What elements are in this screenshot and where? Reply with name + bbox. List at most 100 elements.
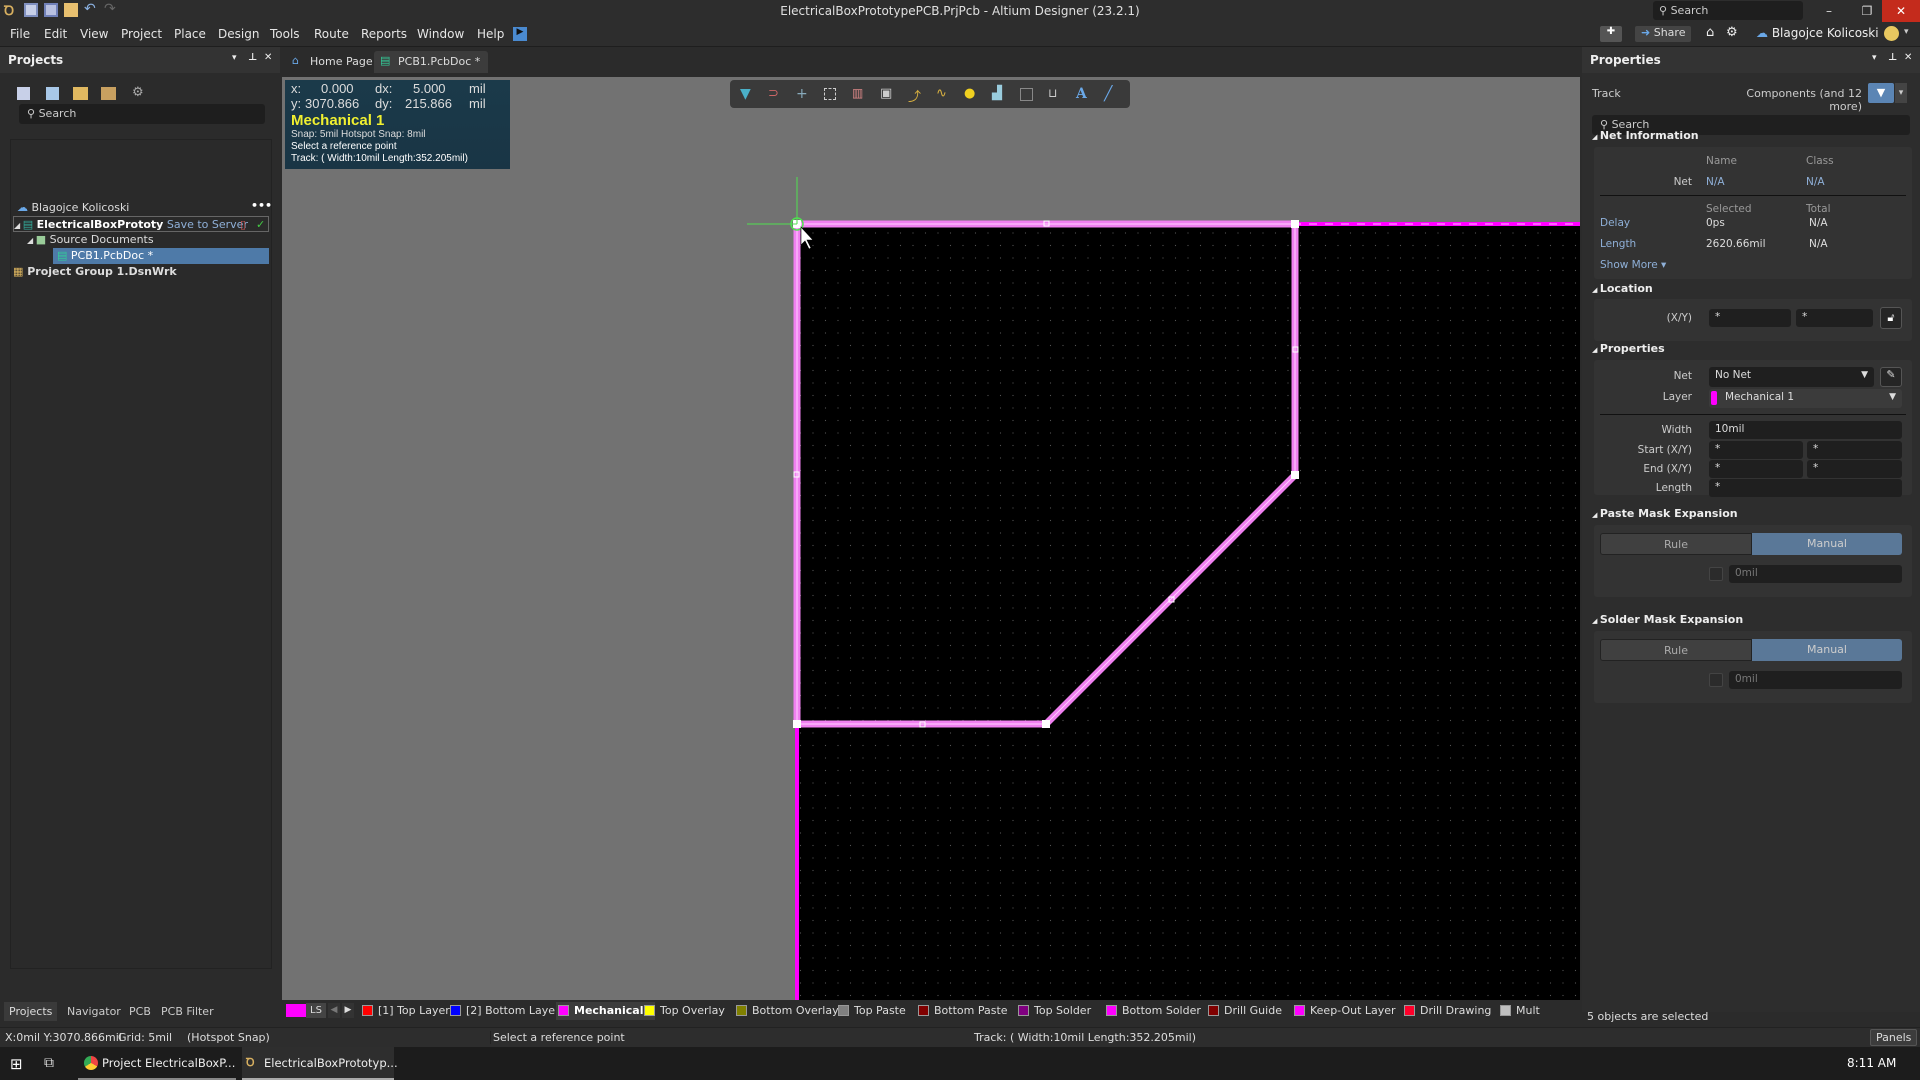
menu-file[interactable]: File (10, 27, 30, 41)
tree-project[interactable]: ◢ ▤ ElectricalBoxPrototy Save to Server ▯… (13, 216, 269, 232)
layer-tab[interactable]: Keep-Out Layer (1292, 1002, 1396, 1020)
select-rect-icon[interactable] (824, 88, 836, 100)
pin-icon[interactable]: ⊥ (248, 52, 257, 63)
layer-tab[interactable]: Drill Drawing (1402, 1002, 1491, 1020)
layer-set-button[interactable]: LS (306, 1003, 326, 1018)
solder-mask-rule-button[interactable]: Rule (1600, 639, 1752, 661)
section-location[interactable]: ◢ Location (1592, 282, 1653, 295)
start-y-input[interactable]: * (1807, 441, 1902, 459)
tab-pcb1-pcbdoc[interactable]: ▤ PCB1.PcbDoc * (374, 51, 489, 73)
menu-place[interactable]: Place (174, 27, 206, 41)
avatar[interactable] (1884, 26, 1899, 41)
section-net-information[interactable]: ◢ Net Information (1592, 129, 1699, 142)
tab-home-page[interactable]: ⌂ Home Page (286, 51, 381, 73)
solder-mask-checkbox[interactable] (1709, 673, 1723, 687)
route-icon[interactable]: ⤴ (908, 86, 926, 105)
panels-button[interactable]: Panels (1870, 1029, 1918, 1046)
copy-icon[interactable] (46, 87, 59, 100)
scroll-left-icon[interactable]: ◀ (328, 1003, 340, 1018)
layer-tab[interactable]: Top Paste (836, 1002, 906, 1020)
end-y-input[interactable]: * (1807, 460, 1902, 478)
delay-link[interactable]: Delay (1600, 217, 1630, 229)
paste-mask-checkbox[interactable] (1709, 567, 1723, 581)
close-icon[interactable]: ✕ (264, 52, 272, 63)
length-link[interactable]: Length (1600, 238, 1636, 250)
lock-icon[interactable]: 🔓︎ (1880, 307, 1902, 329)
cross-probe-icon[interactable]: + (796, 86, 814, 104)
pin-icon[interactable]: ⊥ (1888, 52, 1897, 63)
menu-view[interactable]: View (80, 27, 108, 41)
settings-icon[interactable]: ⚙ (132, 85, 144, 100)
windows-start-icon[interactable]: ⊞ (10, 1055, 23, 1073)
solder-mask-value-input[interactable]: 0mil (1729, 671, 1902, 689)
layer-tab[interactable]: [2] Bottom Layer (448, 1002, 560, 1020)
taskbar-item-altium[interactable]: Ꝺ ElectricalBoxPrototyp... (242, 1047, 398, 1080)
layer-tab[interactable]: Drill Guide (1206, 1002, 1282, 1020)
tree-document[interactable]: ▤ PCB1.PcbDoc * (53, 248, 269, 264)
projects-search-input[interactable]: ⚲ Search (19, 104, 265, 124)
pcb-canvas[interactable] (282, 77, 1580, 1000)
eyedropper-icon[interactable]: ✎ (1880, 367, 1902, 387)
section-properties[interactable]: ◢ Properties (1592, 342, 1665, 355)
save-to-server-link[interactable]: Save to Server (167, 218, 248, 231)
layer-tab[interactable]: Top Overlay (642, 1002, 725, 1020)
section-solder-mask[interactable]: ◢ Solder Mask Expansion (1592, 613, 1743, 626)
filter-icon[interactable]: ▼ (740, 86, 758, 104)
tab-pcb-filter[interactable]: PCB Filter (156, 1002, 219, 1021)
location-y-input[interactable]: * (1796, 309, 1873, 327)
menu-edit[interactable]: Edit (44, 27, 67, 41)
tab-pcb[interactable]: PCB (124, 1002, 156, 1021)
minimize-button[interactable]: – (1810, 0, 1848, 22)
home-icon[interactable]: ⌂ (1706, 25, 1714, 40)
run-script-icon[interactable]: ▶ (513, 27, 527, 41)
diff-pair-icon[interactable]: ∿ (936, 86, 954, 104)
close-button[interactable]: ✕ (1882, 0, 1920, 22)
tab-navigator[interactable]: Navigator (62, 1002, 126, 1021)
layer-tab[interactable]: Bottom Paste (916, 1002, 1008, 1020)
tree-user[interactable]: ☁ Blagojce Kolicoski (17, 200, 129, 216)
end-x-input[interactable]: * (1709, 460, 1803, 478)
location-x-input[interactable]: * (1709, 309, 1791, 327)
scroll-right-icon[interactable]: ▶ (342, 1003, 354, 1018)
menu-help[interactable]: Help (477, 27, 504, 41)
paste-mask-rule-button[interactable]: Rule (1600, 533, 1752, 555)
task-view-icon[interactable]: ⧉ (44, 1055, 54, 1071)
menu-window[interactable]: Window (417, 27, 464, 41)
width-input[interactable]: 10mil (1709, 421, 1902, 439)
solder-mask-manual-button[interactable]: Manual (1752, 639, 1902, 661)
folder-settings-icon[interactable] (101, 87, 116, 100)
align-icon[interactable]: ▥ (852, 86, 870, 104)
dimension-icon[interactable]: ⊔ (1048, 86, 1066, 104)
filter-dropdown-icon[interactable]: ▾ (1895, 83, 1907, 103)
length-input[interactable]: * (1709, 479, 1902, 497)
tree-folder[interactable]: ◢ ■ Source Documents (27, 232, 154, 248)
net-name-link[interactable]: N/A (1706, 176, 1725, 188)
menu-design[interactable]: Design (218, 27, 259, 41)
open-folder-icon[interactable] (73, 87, 88, 100)
fill-icon[interactable]: ▟ (992, 86, 1010, 104)
layer-tab[interactable]: Mechanical 1 (556, 1002, 655, 1020)
current-layer-color[interactable] (286, 1004, 306, 1017)
taskbar-item-chrome[interactable]: Project ElectricalBoxP... (78, 1047, 236, 1080)
paste-mask-manual-button[interactable]: Manual (1752, 533, 1902, 555)
tree-group[interactable]: ▦ Project Group 1.DsnWrk (13, 264, 177, 280)
panel-menu-icon[interactable]: ▾ (1872, 53, 1877, 63)
gear-icon[interactable]: ⚙ (1726, 25, 1738, 40)
panel-menu-icon[interactable]: ▾ (232, 53, 237, 63)
region-icon[interactable] (1020, 88, 1033, 101)
net-class-link[interactable]: N/A (1806, 176, 1825, 188)
net-select[interactable]: No Net ▼ (1709, 367, 1874, 387)
tab-projects[interactable]: Projects (4, 1002, 58, 1021)
component-icon[interactable]: ▣ (880, 86, 898, 104)
pcb-drawing[interactable] (282, 77, 1580, 1000)
more-options-icon[interactable]: ••• (251, 199, 272, 212)
comment-icon[interactable]: ✚ (1600, 26, 1622, 42)
layer-select[interactable]: Mechanical 1 ▼ (1709, 389, 1902, 408)
save-project-icon[interactable] (17, 87, 30, 100)
layer-tab[interactable]: Top Solder (1016, 1002, 1091, 1020)
close-icon[interactable]: ✕ (1904, 52, 1912, 63)
layer-tab[interactable]: [1] Top Layer (360, 1002, 450, 1020)
show-more-link[interactable]: Show More ▾ (1600, 259, 1666, 271)
layer-tab[interactable]: Mult (1498, 1002, 1540, 1020)
section-paste-mask[interactable]: ◢ Paste Mask Expansion (1592, 507, 1738, 520)
